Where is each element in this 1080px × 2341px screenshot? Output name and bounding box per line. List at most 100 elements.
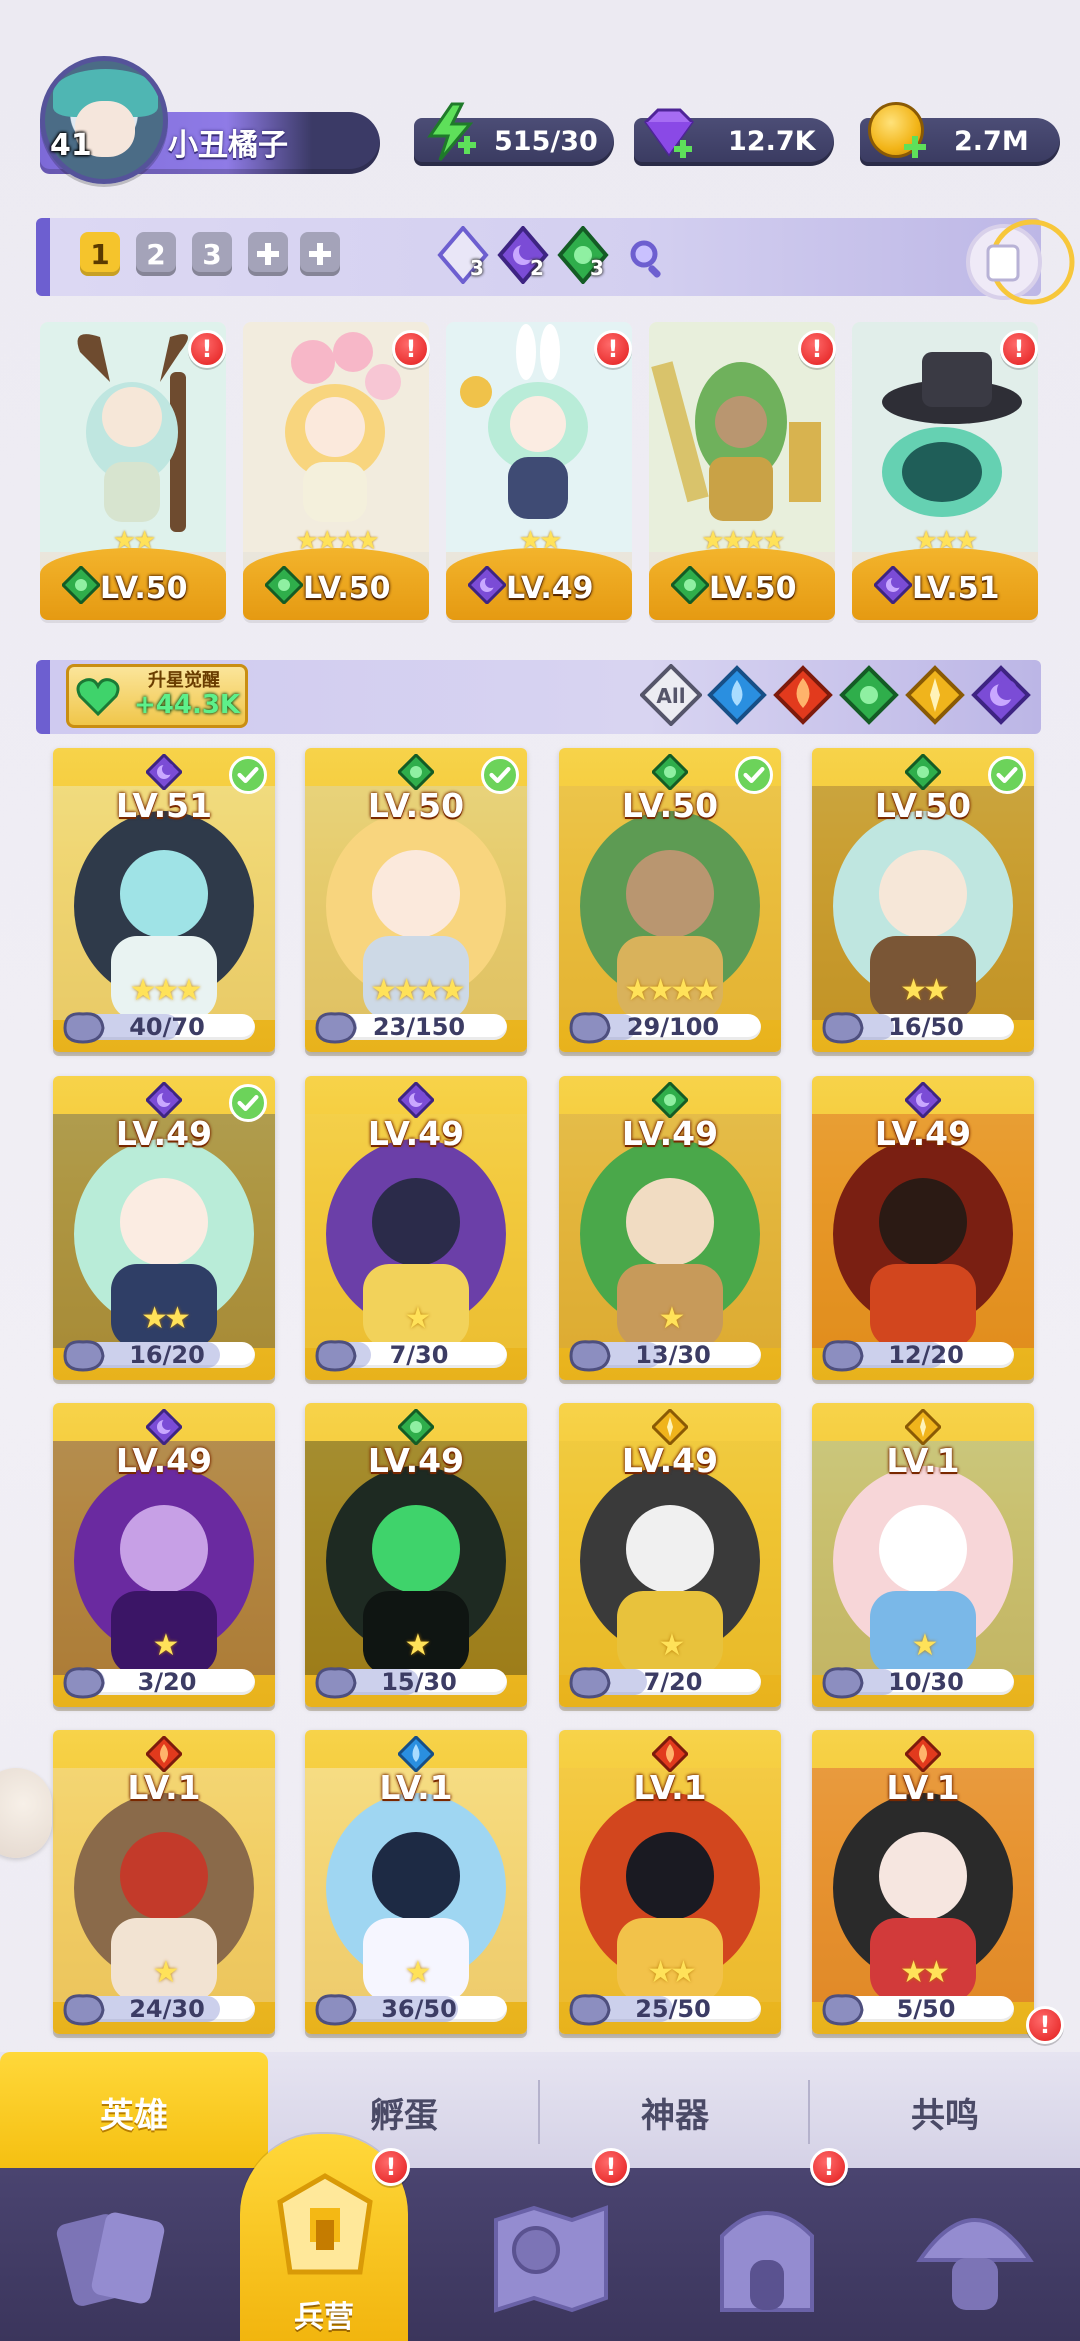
alert-badge: ! xyxy=(392,330,430,368)
filter-fire-button[interactable] xyxy=(772,664,834,726)
hero-card[interactable]: ★★ LV.1 25/50 xyxy=(559,1730,781,2034)
hero-level: LV.50 xyxy=(709,571,797,606)
plus-icon xyxy=(458,136,476,154)
gems-value: 12.7K xyxy=(728,126,816,157)
nature-element-icon xyxy=(398,1409,434,1445)
filter-light-button[interactable] xyxy=(904,664,966,726)
helper-bubble[interactable] xyxy=(0,1768,52,1858)
filter-nature-button[interactable] xyxy=(838,664,900,726)
hero-stars: ★ xyxy=(152,1628,180,1663)
team-tab-1[interactable]: 1 xyxy=(80,232,120,276)
hero-level: LV.49 xyxy=(621,1114,719,1153)
light-element-icon xyxy=(652,1409,688,1445)
nav-castle[interactable] xyxy=(682,2168,898,2341)
dark-element-icon xyxy=(146,1082,182,1118)
nature-element-icon xyxy=(62,566,100,604)
nature-element-icon xyxy=(839,665,899,725)
hero-stars: ★★★★ xyxy=(624,973,720,1008)
shard-progress-text: 29/100 xyxy=(626,1013,720,1041)
cards-icon xyxy=(56,2212,165,2306)
shard-progress-text: 16/20 xyxy=(129,1341,205,1369)
shard-progress-text: 15/30 xyxy=(381,1668,457,1696)
hero-card[interactable]: ★ LV.1 24/30 xyxy=(53,1730,275,2034)
search-icon[interactable] xyxy=(628,238,668,278)
castle-icon xyxy=(720,2211,814,2312)
energy-icon xyxy=(427,102,476,161)
add-team-button-2[interactable] xyxy=(300,232,340,276)
player-avatar[interactable] xyxy=(40,56,168,184)
plus-icon xyxy=(309,243,331,265)
hero-card[interactable]: ★★★★ LV.50 23/150 xyxy=(305,748,527,1052)
fire-element-icon xyxy=(652,1736,688,1772)
player-name: 小丑橘子 xyxy=(168,128,288,163)
energy-value: 515/30 xyxy=(494,126,598,157)
hero-stars: ★★★ xyxy=(129,973,203,1008)
nav-map[interactable] xyxy=(466,2168,682,2341)
hero-card[interactable]: ★★★ LV.51 40/70 xyxy=(53,748,275,1052)
dark-element-icon xyxy=(874,566,912,604)
hero-level: LV.49 xyxy=(115,1441,213,1480)
hero-card[interactable]: ★★ LV.50 16/50 xyxy=(812,748,1034,1052)
shard-progress-text: 36/50 xyxy=(381,1995,457,2023)
shard-progress-text: 13/30 xyxy=(635,1341,711,1369)
hero-level: LV.49 xyxy=(367,1441,465,1480)
hero-card[interactable]: ★ LV.49 15/30 xyxy=(305,1403,527,1707)
fire-element-icon xyxy=(905,1736,941,1772)
dark-element-icon xyxy=(146,1409,182,1445)
filter-all-button[interactable]: All xyxy=(639,663,703,727)
shard-progress-text: 3/20 xyxy=(137,1668,197,1696)
hero-level: LV.50 xyxy=(303,571,391,606)
nature-element-icon xyxy=(652,1082,688,1118)
shard-progress-text: 23/150 xyxy=(372,1013,466,1041)
tab-heroes[interactable]: 英雄 xyxy=(0,2052,268,2172)
hero-stars: ★★ xyxy=(647,1955,697,1990)
hero-card[interactable]: ★ LV.1 36/50 xyxy=(305,1730,527,2034)
team-hero-card[interactable]: ★★ LV.50 xyxy=(40,322,226,620)
nature-element-icon xyxy=(265,566,303,604)
hero-card[interactable]: ★★★★ LV.50 29/100 xyxy=(559,748,781,1052)
hero-stars: ★ xyxy=(911,1628,939,1663)
tab-artifacts[interactable]: 神器 xyxy=(540,2052,810,2172)
swap-team-icon[interactable] xyxy=(956,212,1078,312)
nav-guild[interactable] xyxy=(892,2168,1080,2341)
tab-resonance[interactable]: 共鸣 xyxy=(810,2052,1080,2172)
hero-card[interactable]: ★ LV.1 10/30 xyxy=(812,1403,1034,1707)
filter-water-button[interactable] xyxy=(706,664,768,726)
team-hero-card[interactable]: ★★★★ LV.50 xyxy=(649,322,835,620)
team-hero-card[interactable]: ★★ LV.49 xyxy=(446,322,632,620)
dark-element-icon xyxy=(146,754,182,790)
hero-level: LV.50 xyxy=(100,571,188,606)
hero-stars: ★★ xyxy=(141,1301,191,1336)
light-element-icon xyxy=(905,665,965,725)
hero-level: LV.1 xyxy=(379,1768,453,1807)
shard-progress-text: 24/30 xyxy=(129,1995,205,2023)
hero-card[interactable]: LV.49 12/20 xyxy=(812,1076,1034,1380)
awaken-value: +44.3K xyxy=(134,690,241,720)
player-level: 41 xyxy=(50,128,92,163)
add-team-button[interactable] xyxy=(248,232,288,276)
alert-badge: ! xyxy=(1000,330,1038,368)
hero-card[interactable]: ★ LV.49 3/20 xyxy=(53,1403,275,1707)
dark-element-icon xyxy=(468,566,506,604)
hero-level: LV.1 xyxy=(886,1768,960,1807)
hero-card[interactable]: ★ LV.49 7/20 xyxy=(559,1403,781,1707)
hero-card[interactable]: ★ LV.49 13/30 xyxy=(559,1076,781,1380)
plus-icon xyxy=(904,136,926,158)
hero-level: LV.49 xyxy=(367,1114,465,1153)
hero-stars: ★ xyxy=(404,1955,432,1990)
gold-value: 2.7M xyxy=(954,126,1029,157)
team-tab-2[interactable]: 2 xyxy=(136,232,176,276)
hero-card[interactable]: ★★ LV.49 16/20 xyxy=(53,1076,275,1380)
shard-progress-text: 5/50 xyxy=(896,1995,956,2023)
filter-dark-button[interactable] xyxy=(970,664,1032,726)
hero-card[interactable]: ★ LV.49 7/30 xyxy=(305,1076,527,1380)
alert-badge: ! xyxy=(594,330,632,368)
team-tab-3[interactable]: 3 xyxy=(192,232,232,276)
team-hero-card[interactable]: ★★★★ LV.50 xyxy=(243,322,429,620)
hero-stars: ★ xyxy=(152,1955,180,1990)
hero-stars: ★ xyxy=(404,1628,432,1663)
team-hero-card[interactable]: ★★★ LV.51 xyxy=(852,322,1038,620)
hero-stars: ★★ xyxy=(900,1955,950,1990)
hero-card[interactable]: ★★ LV.1 5/50 xyxy=(812,1730,1034,2034)
water-element-icon xyxy=(398,1736,434,1772)
